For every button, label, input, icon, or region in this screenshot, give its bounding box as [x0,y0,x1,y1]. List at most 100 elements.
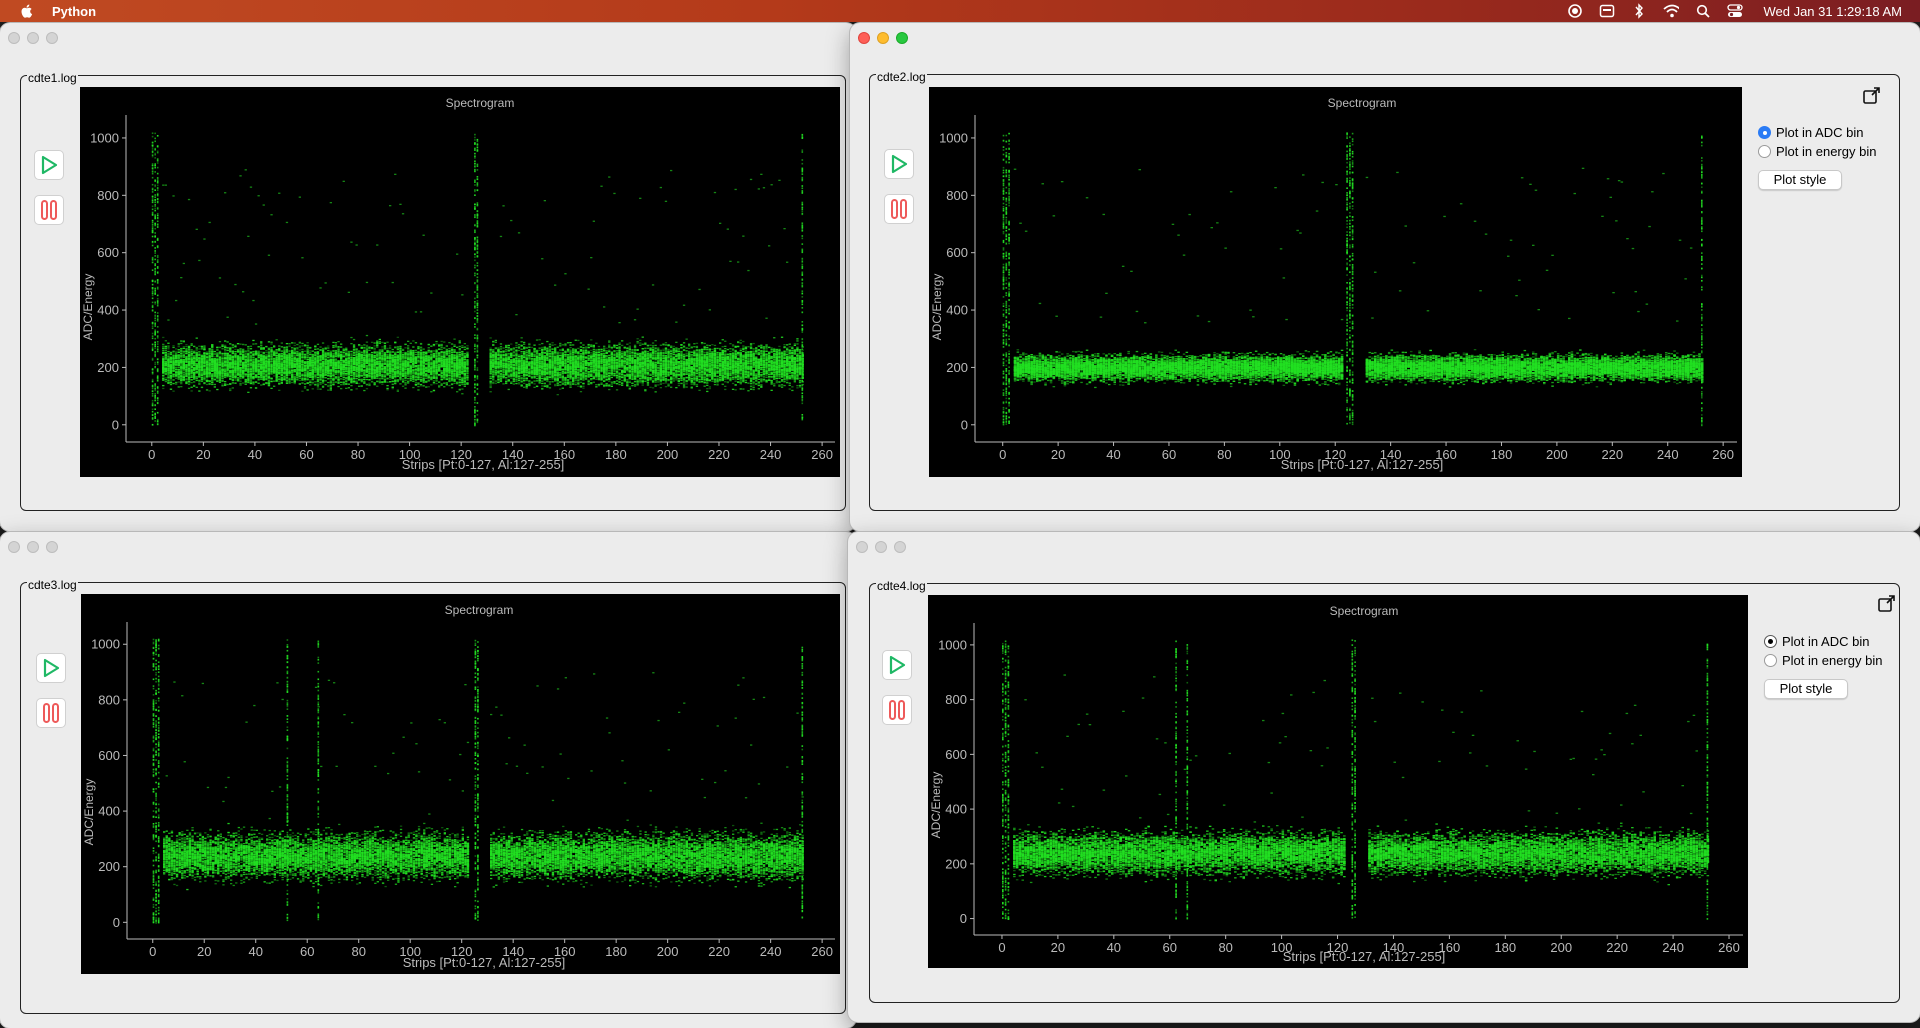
heatmap-cell [319,389,321,390]
heatmap-cell [260,375,262,376]
heatmap-cell [286,354,288,355]
heatmap-cell [178,349,180,350]
sync-icon[interactable] [1567,3,1583,19]
heatmap-cell [304,362,306,363]
heatmap-cell [317,386,319,387]
heatmap-cell [283,379,285,380]
heatmap-cell [234,345,236,346]
heatmap-cell [219,347,221,348]
heatmap-cell [332,370,334,371]
heatmap-cell [322,361,324,362]
heatmap-cell [322,356,324,357]
heatmap-cell [343,349,345,350]
bluetooth-icon[interactable] [1631,3,1647,19]
heatmap-cell [242,362,244,363]
heatmap-cell [278,355,280,356]
heatmap-cell [239,377,241,378]
heatmap-cell [268,255,270,256]
heatmap-cell [265,368,267,369]
heatmap-cell [178,372,180,373]
heatmap-cell [165,185,167,186]
heatmap-cell [288,382,290,383]
heatmap-cell [325,370,327,371]
heatmap-cell [180,368,182,369]
heatmap-cell [314,357,316,358]
heatmap-cell [229,390,231,391]
heatmap-cell [286,350,288,351]
zoom-button[interactable] [46,32,58,44]
heatmap-cell [224,353,226,354]
heatmap-cell [330,367,332,368]
heatmap-cell [250,360,252,361]
heatmap-cell [191,365,193,366]
heatmap-cell [299,378,301,379]
heatmap-cell [258,357,260,358]
heatmap-cell [265,360,267,361]
heatmap-cell [263,357,265,358]
heatmap-cell [224,192,226,193]
heatmap-cell [252,351,254,352]
heatmap-cell [286,222,288,223]
heatmap-cell [188,375,190,376]
heatmap-cell [330,354,332,355]
heatmap-cell [250,352,252,353]
heatmap-cell [165,374,167,375]
heatmap-cell [345,354,347,355]
heatmap-cell [237,380,239,381]
heatmap-cell [345,384,347,385]
heatmap-cell [312,382,314,383]
heatmap-cell [255,362,257,363]
heatmap-cell [319,377,321,378]
heatmap-cell [263,383,265,384]
heatmap-cell [203,353,205,354]
heatmap-cell [172,377,174,378]
heatmap-cell [196,376,198,377]
heatmap-cell [165,377,167,378]
play-button[interactable] [34,150,64,180]
heatmap-cell [263,368,265,369]
screen-share-icon[interactable] [1599,3,1615,19]
heatmap-cell [332,350,334,351]
heatmap-cell [167,380,169,381]
heatmap-cell [162,344,164,345]
spectrogram-plot[interactable]: Spectrogram Strips [Pt:0-127, Al:127-255… [80,87,840,477]
heatmap-cell [307,383,309,384]
control-center-icon[interactable] [1727,3,1743,19]
heatmap-cell [203,375,205,376]
heatmap-cell [322,382,324,383]
heatmap-cell [196,229,198,230]
heatmap-cell [294,348,296,349]
heatmap-cell [294,367,296,368]
menubar-clock[interactable]: Wed Jan 31 1:29:18 AM [1763,4,1902,19]
apple-menu-icon[interactable] [20,3,34,19]
heatmap-cell [258,359,260,360]
heatmap-cell [345,388,347,389]
heatmap-cell [239,361,241,362]
heatmap-cell [206,357,208,358]
heatmap-cell [340,369,342,370]
heatmap-cell [268,373,270,374]
heatmap-cell [340,355,342,356]
heatmap-cell [312,355,314,356]
heatmap-cell [317,353,319,354]
heatmap-cell [234,346,236,347]
heatmap-cell [165,379,167,380]
search-icon[interactable] [1695,3,1711,19]
heatmap-cell [291,358,293,359]
heatmap-cell [273,370,275,371]
heatmap-cell [343,373,345,374]
heatmap-cell [250,371,252,372]
heatmap-cell [183,348,185,349]
app-name-menu[interactable]: Python [52,4,96,19]
heatmap-cell [312,364,314,365]
heatmap-cell [286,343,288,344]
titlebar[interactable] [0,23,856,51]
pause-button[interactable] [34,195,64,225]
close-button[interactable] [8,32,20,44]
heatmap-cell [296,353,298,354]
heatmap-cell [191,361,193,362]
wifi-icon[interactable] [1663,3,1679,19]
heatmap-cell [183,263,185,264]
minimize-button[interactable] [27,32,39,44]
heatmap-cell [265,363,267,364]
